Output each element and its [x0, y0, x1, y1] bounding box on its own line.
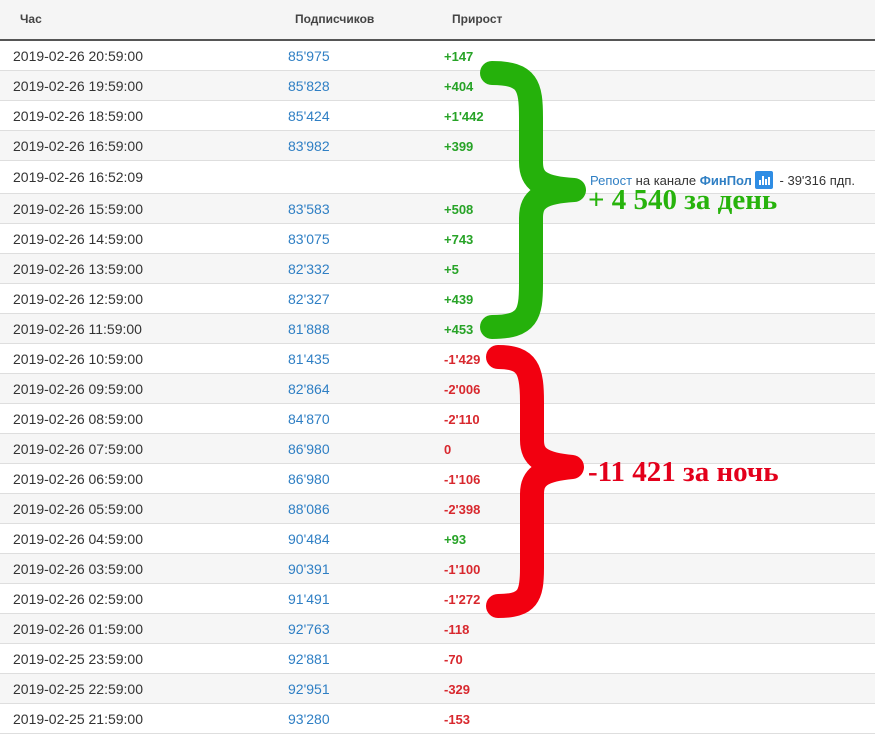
- row-growth: +743: [444, 232, 474, 247]
- row-growth: -2'398: [444, 502, 481, 517]
- row-subscribers: 92'763: [288, 621, 330, 637]
- row-time: 2019-02-26 06:59:00: [13, 471, 143, 487]
- table-row[interactable]: 2019-02-26 19:59:00 85'828 +404: [0, 71, 875, 101]
- row-growth: +508: [444, 202, 474, 217]
- row-growth: -1'106: [444, 472, 481, 487]
- day-growth-caption: + 4 540 за день: [588, 184, 778, 216]
- row-subscribers: 90'484: [288, 531, 330, 547]
- row-subscribers: 83'982: [288, 138, 330, 154]
- row-growth: -118: [444, 622, 470, 637]
- row-growth: +147: [444, 49, 474, 64]
- row-time: 2019-02-26 04:59:00: [13, 531, 143, 547]
- row-subscribers: 85'975: [288, 48, 330, 64]
- table-row[interactable]: 2019-02-25 21:59:00 93'280 -153: [0, 704, 875, 734]
- row-time: 2019-02-26 02:59:00: [13, 591, 143, 607]
- table-row[interactable]: 2019-02-26 05:59:00 88'086 -2'398: [0, 494, 875, 524]
- row-time: 2019-02-26 15:59:00: [13, 201, 143, 217]
- row-time: 2019-02-26 10:59:00: [13, 351, 143, 367]
- table-row[interactable]: 2019-02-26 18:59:00 85'424 +1'442: [0, 101, 875, 131]
- row-time: 2019-02-26 18:59:00: [13, 108, 143, 124]
- row-growth: -70: [444, 652, 463, 667]
- row-time: 2019-02-26 07:59:00: [13, 441, 143, 457]
- row-subscribers: 90'391: [288, 561, 330, 577]
- table-row[interactable]: 2019-02-26 10:59:00 81'435 -1'429: [0, 344, 875, 374]
- table-row[interactable]: 2019-02-26 20:59:00 85'975 +147: [0, 41, 875, 71]
- row-subscribers: 86'980: [288, 441, 330, 457]
- row-growth: +93: [444, 532, 467, 547]
- row-time: 2019-02-26 13:59:00: [13, 261, 143, 277]
- row-time: 2019-02-26 01:59:00: [13, 621, 143, 637]
- table-header: Час Подписчиков Прирост: [0, 0, 875, 41]
- row-subscribers: 81'435: [288, 351, 330, 367]
- table-row[interactable]: 2019-02-26 04:59:00 90'484 +93: [0, 524, 875, 554]
- row-subscribers: 91'491: [288, 591, 330, 607]
- row-subscribers: 82'864: [288, 381, 330, 397]
- row-time: 2019-02-26 03:59:00: [13, 561, 143, 577]
- table-row[interactable]: 2019-02-26 03:59:00 90'391 -1'100: [0, 554, 875, 584]
- table-row[interactable]: 2019-02-26 02:59:00 91'491 -1'272: [0, 584, 875, 614]
- table-row[interactable]: 2019-02-26 09:59:00 82'864 -2'006: [0, 374, 875, 404]
- row-subscribers: 92'881: [288, 651, 330, 667]
- row-subscribers: 84'870: [288, 411, 330, 427]
- column-header-time[interactable]: Час: [20, 12, 42, 26]
- row-time: 2019-02-26 16:59:00: [13, 138, 143, 154]
- column-header-subscribers[interactable]: Подписчиков: [295, 12, 374, 26]
- row-growth: -2'110: [444, 412, 480, 427]
- row-subscribers: 82'332: [288, 261, 330, 277]
- table-row[interactable]: 2019-02-26 08:59:00 84'870 -2'110: [0, 404, 875, 434]
- table-row[interactable]: 2019-02-25 23:59:00 92'881 -70: [0, 644, 875, 674]
- row-time: 2019-02-25 22:59:00: [13, 681, 143, 697]
- row-subscribers: 81'888: [288, 321, 330, 337]
- row-time: 2019-02-26 19:59:00: [13, 78, 143, 94]
- row-subscribers: 86'980: [288, 471, 330, 487]
- row-subscribers: 88'086: [288, 501, 330, 517]
- row-time: 2019-02-26 16:52:09: [13, 169, 143, 185]
- row-time: 2019-02-26 09:59:00: [13, 381, 143, 397]
- row-growth: +1'442: [444, 109, 484, 124]
- row-growth: 0: [444, 442, 452, 457]
- row-time: 2019-02-26 11:59:00: [13, 321, 142, 337]
- column-header-growth[interactable]: Прирост: [452, 12, 502, 26]
- night-loss-caption: -11 421 за ночь: [588, 456, 779, 488]
- row-time: 2019-02-26 20:59:00: [13, 48, 143, 64]
- table-row[interactable]: 2019-02-26 16:59:00 83'982 +399: [0, 131, 875, 161]
- stats-table-body: 2019-02-26 20:59:00 85'975 +147 2019-02-26 …: [0, 41, 875, 734]
- row-growth: -153: [444, 712, 471, 727]
- table-row[interactable]: 2019-02-26 13:59:00 82'332 +5: [0, 254, 875, 284]
- table-row[interactable]: 2019-02-26 14:59:00 83'075 +743: [0, 224, 875, 254]
- row-subscribers: 85'828: [288, 78, 330, 94]
- repost-suffix: - 39'316 пдп.: [775, 173, 855, 188]
- row-growth: +5: [444, 262, 459, 277]
- row-time: 2019-02-25 23:59:00: [13, 651, 143, 667]
- row-growth: -1'429: [444, 352, 481, 367]
- row-time: 2019-02-26 12:59:00: [13, 291, 143, 307]
- row-time: 2019-02-26 05:59:00: [13, 501, 143, 517]
- row-time: 2019-02-26 08:59:00: [13, 411, 143, 427]
- row-subscribers: 93'280: [288, 711, 330, 727]
- table-row[interactable]: 2019-02-26 11:59:00 81'888 +453: [0, 314, 875, 344]
- row-subscribers: 82'327: [288, 291, 330, 307]
- row-growth: -1'272: [444, 592, 481, 607]
- table-row[interactable]: 2019-02-26 01:59:00 92'763 -118: [0, 614, 875, 644]
- row-growth: -2'006: [444, 382, 481, 397]
- row-growth: +404: [444, 79, 474, 94]
- row-time: 2019-02-26 14:59:00: [13, 231, 143, 247]
- row-growth: +453: [444, 322, 474, 337]
- table-row[interactable]: 2019-02-25 22:59:00 92'951 -329: [0, 674, 875, 704]
- row-growth: -1'100: [444, 562, 481, 577]
- row-growth: -329: [444, 682, 471, 697]
- row-subscribers: 92'951: [288, 681, 330, 697]
- row-subscribers: 85'424: [288, 108, 330, 124]
- row-subscribers: 83'075: [288, 231, 330, 247]
- row-time: 2019-02-25 21:59:00: [13, 711, 143, 727]
- row-subscribers: 83'583: [288, 201, 330, 217]
- row-growth: +439: [444, 292, 474, 307]
- table-row[interactable]: 2019-02-26 12:59:00 82'327 +439: [0, 284, 875, 314]
- row-growth: +399: [444, 139, 474, 154]
